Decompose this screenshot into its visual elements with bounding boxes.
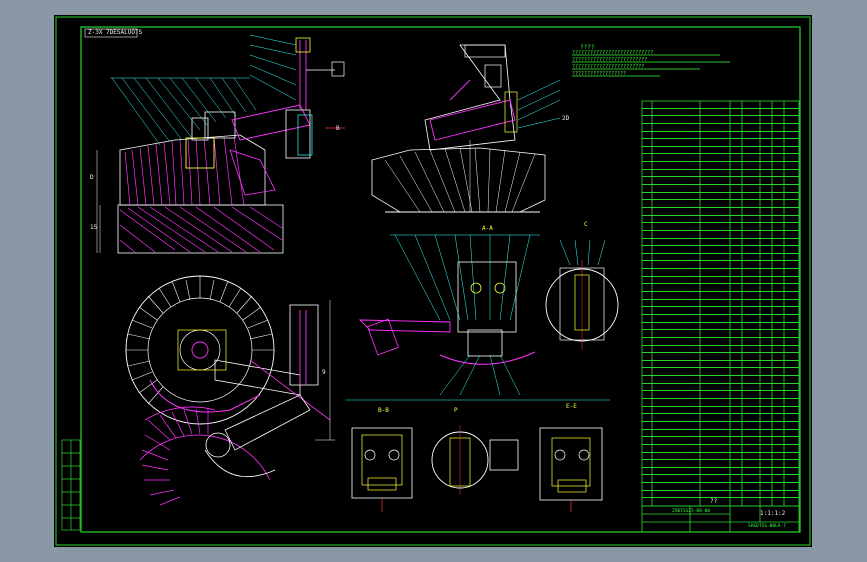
parts-table-row — [642, 107, 799, 109]
parts-table-row — [642, 275, 799, 277]
title-block-org: SHSDTSS-00LA-7 — [748, 524, 786, 529]
parts-table-row — [642, 359, 799, 361]
dim-label-2d: 2D — [562, 115, 570, 122]
parts-table-row — [642, 229, 799, 231]
parts-table-row — [642, 474, 799, 476]
parts-table-row — [642, 436, 799, 438]
parts-table-row — [642, 214, 799, 216]
parts-table-row — [642, 298, 799, 300]
parts-table-row — [642, 206, 799, 208]
parts-table-row — [642, 283, 799, 285]
parts-table-row — [642, 451, 799, 453]
title-block-drawing-no: ZXBTSS25-00-00 — [672, 509, 710, 514]
parts-table-row — [642, 145, 799, 147]
parts-table-row — [642, 176, 799, 178]
parts-table-row — [642, 321, 799, 323]
parts-table-row — [642, 482, 799, 484]
parts-table-row — [642, 336, 799, 338]
parts-table-row — [642, 306, 799, 308]
parts-table-row — [642, 466, 799, 468]
parts-table-row — [642, 291, 799, 293]
parts-table-row — [642, 245, 799, 247]
note-line-3: ???????????????????????? — [572, 64, 645, 70]
parts-table-row — [642, 260, 799, 262]
parts-table-row — [642, 413, 799, 415]
view-label-c: C — [584, 221, 588, 228]
parts-table-row — [642, 191, 799, 193]
parts-table-row — [642, 405, 799, 407]
parts-table-row — [642, 443, 799, 445]
parts-table-row — [642, 497, 799, 499]
parts-table-row — [642, 268, 799, 270]
title-block-scale: 1:1:1:2 — [760, 510, 786, 517]
view-label-pd: P — [454, 407, 458, 414]
section-label-bb: B-B — [378, 407, 389, 414]
parts-table-row — [642, 420, 799, 422]
parts-table-row — [642, 428, 799, 430]
parts-table-row — [642, 115, 799, 117]
parts-table-row — [642, 344, 799, 346]
dim-label-d: D — [90, 174, 94, 181]
parts-table-row — [642, 237, 799, 239]
parts-table-row — [642, 352, 799, 354]
note-line-2: ????????????????????????? — [572, 57, 648, 63]
note-line-4: ?????????????????? — [572, 71, 627, 77]
dim-label-15: 15 — [90, 224, 98, 231]
title-box-label: Z-3X 7DESALUOTS — [88, 29, 143, 36]
parts-table-row — [642, 329, 799, 331]
parts-table-row — [642, 390, 799, 392]
dim-label-b: B — [336, 125, 340, 132]
parts-table-row — [642, 252, 799, 254]
parts-table-row — [642, 130, 799, 132]
parts-table-row — [642, 367, 799, 369]
parts-table-row — [642, 122, 799, 124]
parts-table — [642, 101, 799, 506]
parts-table-row — [642, 184, 799, 186]
parts-table-row — [642, 398, 799, 400]
section-label-ee: E-E — [566, 403, 577, 410]
parts-table-row — [642, 161, 799, 163]
parts-table-row — [642, 153, 799, 155]
parts-table-row — [642, 489, 799, 491]
parts-table-row — [642, 138, 799, 140]
parts-table-row — [642, 382, 799, 384]
parts-table-row — [642, 313, 799, 315]
parts-table-row — [642, 222, 799, 224]
section-label-aa: A-A — [482, 225, 493, 232]
note-line-1: ??????????????????????????? — [572, 50, 654, 56]
parts-table-row — [642, 199, 799, 201]
dim-label-9: 9 — [322, 369, 326, 376]
parts-table-row — [642, 375, 799, 377]
parts-table-row — [642, 168, 799, 170]
parts-table-row — [642, 459, 799, 461]
